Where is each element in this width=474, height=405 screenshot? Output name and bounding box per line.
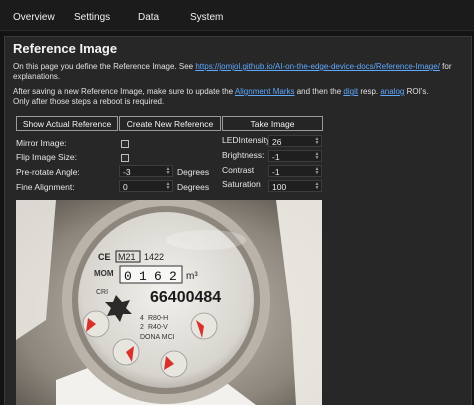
intro-paragraph: On this page you define the Reference Im… [13, 62, 463, 82]
fine-alignment-input[interactable]: 0 ▲ ▼ [119, 180, 173, 192]
meter-marking: R40-V [148, 324, 168, 331]
brightness-label: Brightness: [222, 150, 265, 160]
prerotate-angle-input[interactable]: -3 ▲ ▼ [119, 165, 173, 177]
mirror-image-checkbox[interactable] [121, 140, 129, 148]
note-text: and then the [294, 87, 344, 96]
contrast-value: -1 [272, 167, 280, 177]
nav-data[interactable]: Data [138, 0, 159, 30]
meter-class-text: CRI [96, 289, 108, 296]
led-intensity-input[interactable]: 26 ▲ ▼ [268, 135, 322, 147]
meter-serial-text: 66400484 [150, 289, 221, 306]
meter-year-text: 1422 [144, 252, 164, 262]
reference-image-panel: Reference Image On this page you define … [4, 36, 472, 405]
analog-link[interactable]: analog [380, 87, 404, 96]
spinner-arrows-icon[interactable]: ▲ ▼ [314, 167, 320, 176]
flip-image-size-checkbox[interactable] [121, 154, 129, 162]
brightness-value: -1 [272, 152, 280, 162]
counter-digit: 1 [139, 269, 147, 284]
prerotate-unit: Degrees [177, 167, 210, 177]
meter-marking: 4 [140, 315, 144, 322]
alignment-marks-link[interactable]: Alignment Marks [235, 87, 295, 96]
take-image-button[interactable]: Take Image [222, 116, 323, 131]
meter-unit: m³ [186, 271, 198, 282]
note-reboot-text: Only after those steps a reboot is requi… [13, 97, 165, 106]
note-text: After saving a new Reference Image, make… [13, 87, 235, 96]
spinner-arrows-icon[interactable]: ▲ ▼ [314, 152, 320, 161]
contrast-input[interactable]: -1 ▲ ▼ [268, 165, 322, 177]
svg-text:CE: CE [98, 252, 111, 262]
counter-digit: 0 [124, 269, 132, 284]
saturation-input[interactable]: 100 ▲ ▼ [268, 180, 322, 192]
spinner-arrows-icon[interactable]: ▲ ▼ [165, 167, 171, 176]
docs-link[interactable]: https://jomjol.github.io/AI-on-the-edge-… [195, 62, 440, 71]
water-meter-photo: CE M21 1422 MOM 0 1 6 2 m³ CRI 66400484 … [16, 200, 322, 405]
saturation-label: Saturation [222, 179, 261, 189]
nav-system[interactable]: System [190, 0, 223, 30]
spinner-arrows-icon[interactable]: ▲ ▼ [314, 182, 320, 191]
led-intensity-label: LEDIntensity: [222, 135, 273, 145]
update-note: After saving a new Reference Image, make… [13, 87, 463, 107]
fine-alignment-label: Fine Alignment: [16, 182, 75, 192]
digit-link[interactable]: digit [343, 87, 358, 96]
led-intensity-value: 26 [272, 137, 282, 147]
mirror-image-label: Mirror Image: [16, 138, 67, 148]
nav-settings[interactable]: Settings [74, 0, 110, 30]
show-actual-reference-button[interactable]: Show Actual Reference [16, 116, 118, 131]
prerotate-angle-label: Pre-rotate Angle: [16, 167, 80, 177]
fine-alignment-value: 0 [123, 182, 128, 192]
brightness-input[interactable]: -1 ▲ ▼ [268, 150, 322, 162]
saturation-value: 100 [272, 182, 287, 192]
reference-image-preview[interactable]: CE M21 1422 MOM 0 1 6 2 m³ CRI 66400484 … [16, 200, 322, 405]
note-text: ROI's. [404, 87, 429, 96]
intro-text: On this page you define the Reference Im… [13, 62, 196, 71]
meter-marking: 2 [140, 324, 144, 331]
spinner-arrows-icon[interactable]: ▲ ▼ [314, 137, 320, 146]
counter-digit: 2 [169, 269, 177, 284]
contrast-label: Contrast [222, 165, 255, 175]
meter-marking: R80-H [148, 315, 168, 322]
meter-model-text: M21 [118, 252, 136, 262]
flip-image-size-label: Flip Image Size: [16, 152, 77, 162]
counter-digit: 6 [154, 269, 162, 284]
page-title: Reference Image [13, 41, 118, 56]
nav-overview[interactable]: Overview [13, 0, 55, 30]
create-new-reference-button[interactable]: Create New Reference [119, 116, 221, 131]
meter-brand-text: MOM [94, 269, 114, 278]
spinner-arrows-icon[interactable]: ▲ ▼ [165, 182, 171, 191]
top-navbar: Overview Settings Data System [0, 0, 474, 31]
note-text: resp. [358, 87, 381, 96]
prerotate-angle-value: -3 [123, 167, 131, 177]
fine-alignment-unit: Degrees [177, 182, 210, 192]
meter-marking: DONA MCI [140, 334, 175, 341]
